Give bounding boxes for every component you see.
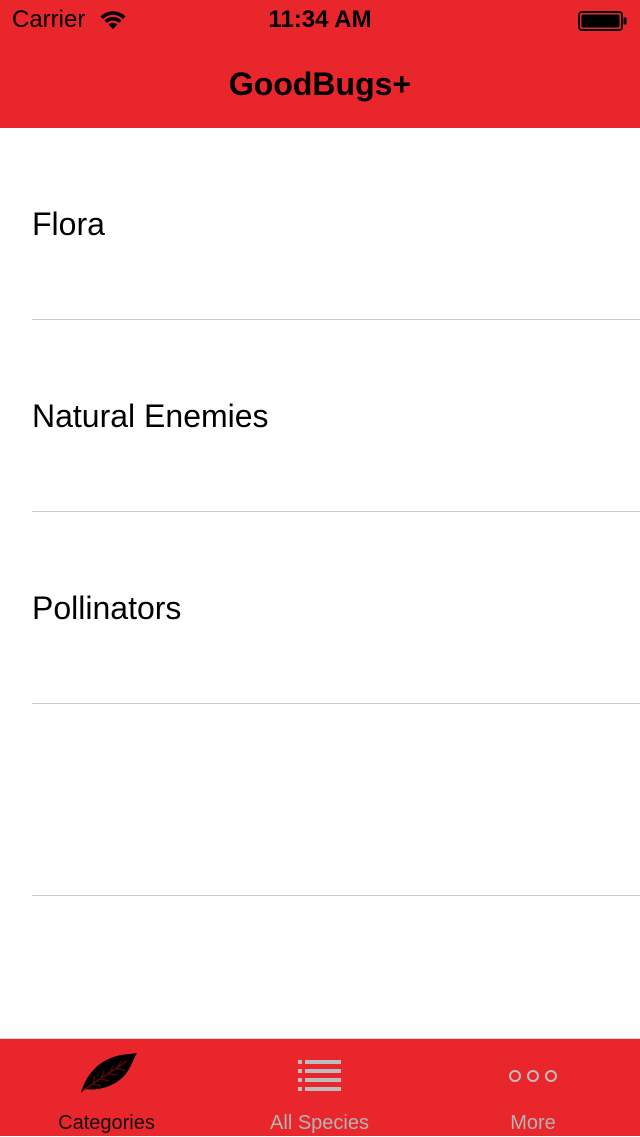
list-item-flora[interactable]: Flora [0,128,640,320]
list-item-natural-enemies[interactable]: Natural Enemies [0,320,640,512]
page-title: GoodBugs+ [228,66,412,102]
status-time: 11:34 AM [268,6,372,33]
list-item-pollinators[interactable]: Pollinators [0,512,640,704]
status-bar: Carrier 11:34 AM [0,0,640,40]
leaf-icon [75,1051,139,1102]
category-list: Flora Natural Enemies Pollinators [0,128,640,896]
list-item-label: Pollinators [32,590,182,626]
tab-label: More [510,1112,556,1134]
row-separator [32,895,640,896]
tab-label: All Species [270,1112,369,1134]
list-item-empty [0,704,640,896]
tab-label: Categories [58,1112,155,1134]
list-item-label: Flora [32,206,105,242]
tab-all-species[interactable]: All Species [213,1039,426,1137]
tab-categories[interactable]: Categories [0,1039,213,1137]
tab-more[interactable]: More [426,1039,640,1137]
list-item-label: Natural Enemies [32,398,269,434]
battery-icon [578,11,628,31]
tab-bar: Categories All Species More [0,1038,640,1136]
list-icon [297,1059,342,1098]
more-dots-icon [508,1069,558,1088]
